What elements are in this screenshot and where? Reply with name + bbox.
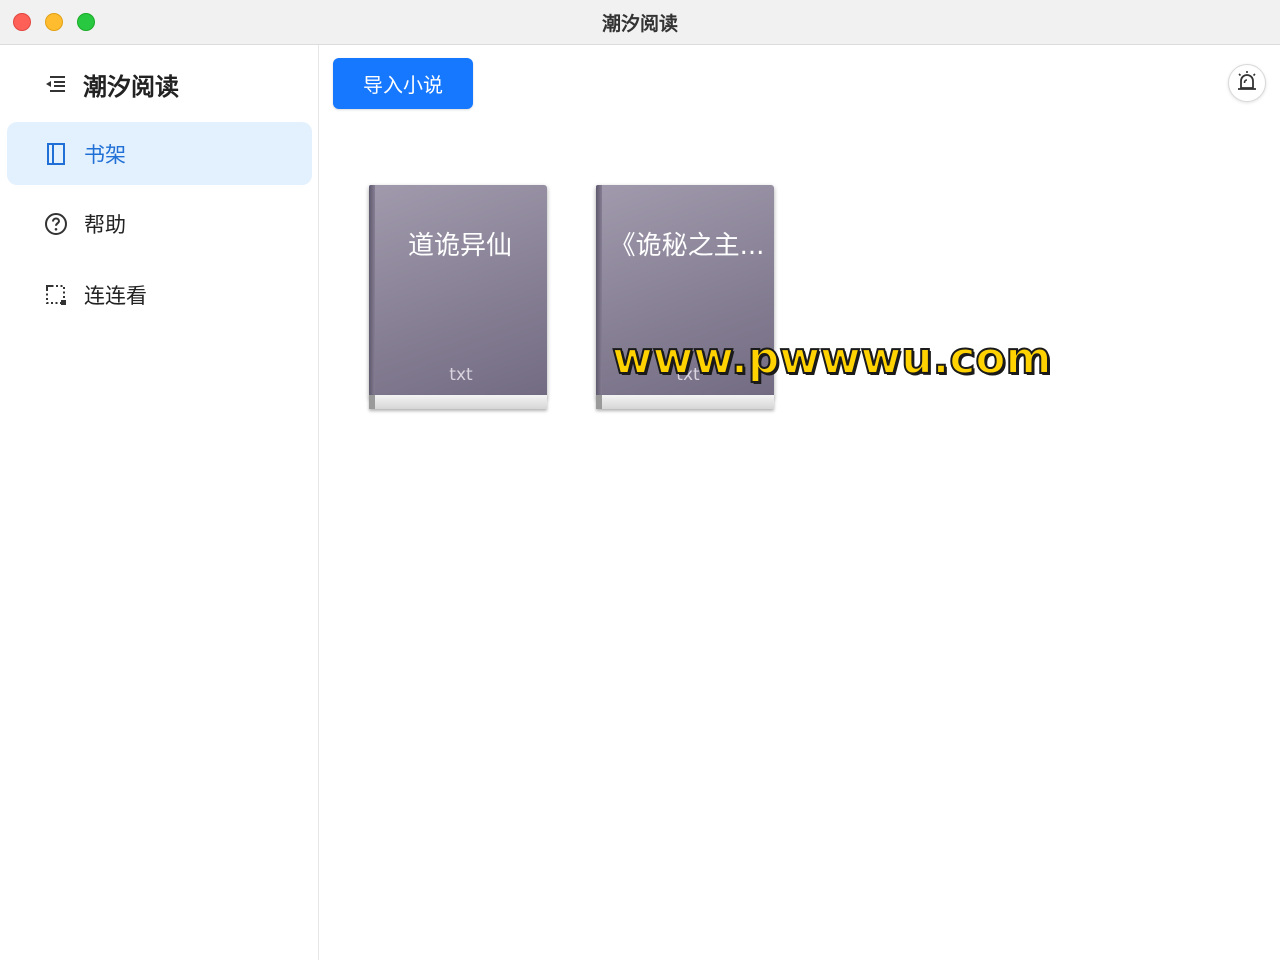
sidebar-item-label: 帮助 [84,212,126,237]
sidebar-header: 潮汐阅读 [44,67,179,101]
sidebar-item-lianliankan[interactable]: 连连看 [7,263,312,326]
sidebar-item-label: 书架 [84,142,126,167]
book-pages [369,395,547,409]
sidebar-item-help[interactable]: 帮助 [7,192,312,255]
book-icon [44,142,68,166]
sidebar-app-name: 潮汐阅读 [83,72,179,101]
collapse-menu-icon[interactable] [44,73,66,95]
book-cover: 道诡异仙 txt [369,185,547,397]
window-title: 潮汐阅读 [601,13,678,35]
import-novel-button[interactable]: 导入小说 [333,58,473,109]
book-card[interactable]: 道诡异仙 txt [369,185,547,411]
app-window: 潮汐阅读 潮汐阅读 书架 帮助 连连看 导入小说 道诡异仙 txt 《诡秘之主.… [0,0,1280,960]
book-card[interactable]: 《诡秘之主... txt [596,185,774,411]
help-circle-icon [44,212,68,236]
book-pages [596,395,774,409]
book-title: 《诡秘之主... [609,231,765,261]
book-cover: 《诡秘之主... txt [596,185,774,397]
alarm-button[interactable] [1228,64,1266,102]
crop-frame-icon [44,283,68,307]
sidebar-item-label: 连连看 [84,283,147,308]
sidebar-item-bookshelf[interactable]: 书架 [7,122,312,185]
sidebar: 潮汐阅读 书架 帮助 连连看 [0,45,319,960]
alarm-icon [1236,70,1258,96]
book-format: txt [676,365,700,385]
title-bar: 潮汐阅读 [0,0,1280,45]
book-format: txt [449,365,473,385]
book-title: 道诡异仙 [407,231,512,261]
main-content: 导入小说 道诡异仙 txt 《诡秘之主... txt [320,45,1280,960]
